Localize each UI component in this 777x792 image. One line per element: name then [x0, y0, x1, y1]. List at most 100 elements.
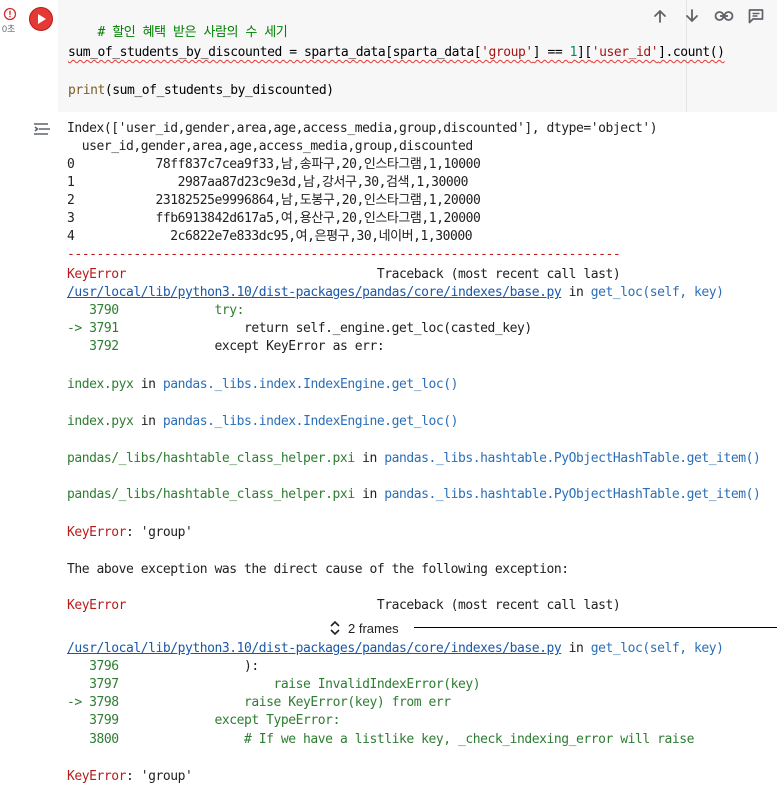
- frame-in: in: [354, 451, 385, 466]
- frame-file: index.pyx: [67, 377, 134, 392]
- code-token: ][: [577, 45, 592, 60]
- frame-file: pandas/_libs/hashtable_class_helper.pxi: [67, 451, 355, 466]
- frame-in: in: [561, 641, 591, 656]
- dataframe-row: 2 23182525e9996864,남,도봉구,20,인스타그램,1,2000…: [67, 193, 481, 208]
- arrow-up-icon: [654, 10, 666, 23]
- traceback-frame: pandas/_libs/hashtable_class_helper.pxi …: [67, 486, 761, 504]
- line-number: 3799: [67, 713, 119, 728]
- cell-output: Index(['user_id,gender,area,age,access_m…: [0, 112, 777, 792]
- traceback-header: KeyError Traceback (most recent call las…: [67, 266, 621, 284]
- error-detail: : 'group': [126, 769, 193, 784]
- traceback-code-line: 3800 # If we have a listlike key, _check…: [67, 731, 694, 749]
- traceback-code-line: 3799 except TypeError:: [67, 712, 340, 730]
- error-type: KeyError: [67, 267, 127, 282]
- arrow-down-icon: [686, 9, 698, 22]
- source-file-link[interactable]: /usr/local/lib/python3.10/dist-packages/…: [67, 285, 562, 300]
- move-cell-up-button[interactable]: [648, 4, 672, 28]
- execution-time: 0초: [2, 24, 16, 34]
- frame-function: get_loc: [590, 641, 643, 656]
- code-token: (sum_of_students_by_discounted): [104, 83, 334, 98]
- traceback-frame: index.pyx in pandas._libs.index.IndexEng…: [67, 413, 458, 431]
- traceback-title: Traceback (most recent call last): [126, 267, 621, 282]
- code-text: except KeyError as err:: [118, 339, 385, 354]
- traceback-code-line: 3792 except KeyError as err:: [67, 338, 385, 356]
- traceback-code-line: -> 3798 raise KeyError(key) from err: [67, 694, 451, 712]
- error-message: KeyError: 'group': [67, 768, 193, 786]
- line-number: 3796: [67, 659, 119, 674]
- dataframe-header: user_id,gender,area,age,access_media,gro…: [67, 139, 473, 154]
- error-message: KeyError: 'group': [67, 524, 193, 542]
- expand-collapse-icon: [330, 620, 340, 636]
- frame-function: pandas._libs.hashtable.PyObjectHashTable…: [384, 487, 761, 502]
- code-text: try:: [118, 303, 245, 318]
- frame-in: in: [354, 487, 385, 502]
- traceback-code-line: 3790 try:: [67, 302, 244, 320]
- traceback-frame: pandas/_libs/hashtable_class_helper.pxi …: [67, 450, 761, 468]
- code-token: sum_of_students_by_discounted = sparta_d…: [68, 45, 482, 60]
- copy-link-button[interactable]: [712, 4, 736, 28]
- cell-toolbar: [648, 4, 768, 28]
- code-comment: # 할인 혜택 받은 사람의 수 세기: [97, 25, 288, 40]
- error-type: KeyError: [67, 598, 127, 613]
- error-detail: : 'group': [126, 525, 193, 540]
- error-type: KeyError: [67, 769, 127, 784]
- code-text: raise KeyError(key) from err: [118, 695, 451, 710]
- frame-function: pandas._libs.index.IndexEngine.get_loc(): [162, 377, 459, 392]
- traceback-frame-header: /usr/local/lib/python3.10/dist-packages/…: [67, 284, 724, 302]
- frame-in: in: [133, 377, 163, 392]
- direct-cause-message: The above exception was the direct cause…: [67, 562, 569, 577]
- move-cell-down-button[interactable]: [680, 4, 704, 28]
- run-cell-button[interactable]: [29, 7, 53, 31]
- traceback-code-line: 3797 raise InvalidIndexError(key): [67, 676, 480, 694]
- code-string: 'user_id': [591, 45, 659, 60]
- code-function: print: [68, 83, 105, 98]
- line-number: 3792: [67, 339, 119, 354]
- code-text: except TypeError:: [118, 713, 341, 728]
- frame-function: pandas._libs.hashtable.PyObjectHashTable…: [384, 451, 761, 466]
- frame-function: get_loc: [590, 285, 643, 300]
- traceback-code-line: -> 3791 return self._engine.get_loc(cast…: [67, 320, 532, 338]
- output-menu-icon: [34, 123, 50, 135]
- output-toggle-button[interactable]: [32, 120, 52, 138]
- comment-icon: [748, 9, 764, 24]
- frame-in: in: [561, 285, 591, 300]
- frames-divider: [414, 627, 777, 628]
- dataframe-row: 1 2987aa87d23c9e3d,남,강서구,30,검색,1,30000: [67, 175, 469, 190]
- frame-args: (self, key): [642, 285, 724, 300]
- link-icon: [714, 11, 734, 21]
- traceback-title: Traceback (most recent call last): [126, 598, 621, 613]
- traceback-frame-header: /usr/local/lib/python3.10/dist-packages/…: [67, 640, 724, 658]
- code-text: raise InvalidIndexError(key): [118, 677, 481, 692]
- collapsed-frames-toggle[interactable]: 2 frames: [328, 617, 399, 639]
- frame-file: index.pyx: [67, 414, 134, 429]
- line-number: 3800: [67, 732, 119, 747]
- code-token: ] ==: [532, 45, 570, 60]
- traceback-header: KeyError Traceback (most recent call las…: [67, 597, 621, 615]
- code-line-3: print(sum_of_students_by_discounted): [68, 82, 334, 100]
- line-number: -> 3791: [67, 321, 119, 336]
- code-text: return self._engine.get_loc(casted_key): [118, 321, 532, 336]
- dataframe-row: 0 78ff837c7cea9f33,남,송파구,20,인스타그램,1,1000…: [67, 157, 481, 172]
- code-line-2: sum_of_students_by_discounted = sparta_d…: [68, 44, 725, 62]
- play-icon: [38, 14, 46, 24]
- line-number: -> 3798: [67, 695, 119, 710]
- traceback-frame: index.pyx in pandas._libs.index.IndexEng…: [67, 376, 458, 394]
- dataframe-row: 3 ffb6913842d617a5,여,용산구,20,인스타그램,1,2000…: [67, 211, 481, 226]
- error-status-icon: [3, 7, 17, 21]
- line-number: 3790: [67, 303, 119, 318]
- line-number: 3797: [67, 677, 119, 692]
- frame-function: pandas._libs.index.IndexEngine.get_loc(): [162, 414, 459, 429]
- source-file-link[interactable]: /usr/local/lib/python3.10/dist-packages/…: [67, 641, 562, 656]
- code-string: 'group': [481, 45, 533, 60]
- error-type: KeyError: [67, 525, 127, 540]
- code-text: # If we have a listlike key, _check_inde…: [118, 732, 695, 747]
- frames-count-label: 2 frames: [348, 620, 399, 636]
- frame-args: (self, key): [642, 641, 724, 656]
- traceback-separator: ----------------------------------------…: [67, 247, 621, 262]
- code-number: 1: [569, 45, 578, 60]
- add-comment-button[interactable]: [744, 4, 768, 28]
- code-text: ):: [118, 659, 259, 674]
- code-token: ].count(): [658, 45, 725, 60]
- index-output: Index(['user_id,gender,area,age,access_m…: [67, 121, 658, 136]
- traceback-code-line: 3796 ):: [67, 658, 259, 676]
